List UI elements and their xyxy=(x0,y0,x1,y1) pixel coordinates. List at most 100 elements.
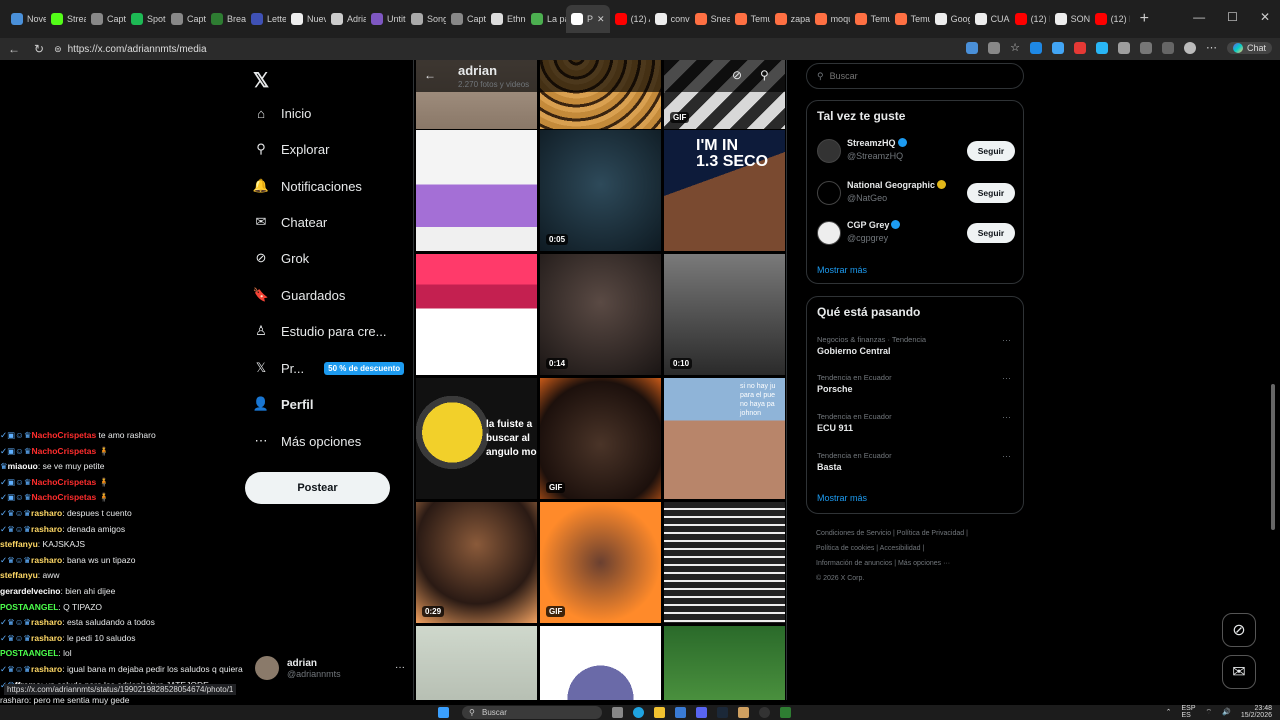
browser-tab[interactable]: moqu xyxy=(810,5,850,33)
trend-item[interactable]: Tendencia en Ecuador ECU 911 ··· xyxy=(817,412,1015,433)
chat-username[interactable]: gerardelvecino xyxy=(0,586,60,596)
media-tile[interactable]: 0:05 xyxy=(540,130,661,251)
browser-tab[interactable]: SONG xyxy=(1050,5,1090,33)
discord-icon[interactable] xyxy=(696,707,707,718)
show-more-link[interactable]: Mostrar más xyxy=(817,265,867,275)
media-tile[interactable]: si no hay ju para el pue no haya pa john… xyxy=(664,378,785,499)
browser-tab[interactable]: P ✕ xyxy=(566,5,610,33)
extension-icon[interactable] xyxy=(1029,41,1042,54)
search-box[interactable]: ⚲ xyxy=(806,63,1024,89)
file-explorer-icon[interactable] xyxy=(654,707,665,718)
wifi-icon[interactable]: ⌔ xyxy=(1206,708,1213,717)
browser-tab[interactable]: Temu xyxy=(850,5,890,33)
account-switcher[interactable]: adrian @adriannmts ··· xyxy=(255,656,405,680)
browser-tab[interactable]: Ethno xyxy=(486,5,526,33)
extension-icon[interactable] xyxy=(1095,41,1108,54)
messages-fab-button[interactable]: ✉ xyxy=(1222,655,1256,689)
nav-item-search[interactable]: ⚲ Explorar xyxy=(253,141,329,157)
chat-username[interactable]: rasharo xyxy=(31,555,62,565)
extension-icon[interactable] xyxy=(1073,41,1086,54)
chat-username[interactable]: NachoCrispetas xyxy=(31,430,96,440)
browser-tab[interactable]: Letter xyxy=(246,5,286,33)
extension-icon[interactable] xyxy=(1139,41,1152,54)
scrollbar-thumb[interactable] xyxy=(1271,384,1275,530)
grok-fab-button[interactable]: ⊘ xyxy=(1222,613,1256,647)
media-tile[interactable] xyxy=(416,626,537,700)
back-arrow-icon[interactable]: ← xyxy=(424,68,436,82)
taskbar-search[interactable]: ⚲ Buscar xyxy=(462,706,602,719)
more-icon[interactable]: ··· xyxy=(1002,373,1011,383)
browser-tab[interactable]: Sneak xyxy=(690,5,730,33)
more-icon[interactable]: ··· xyxy=(1002,412,1011,422)
nav-item-profile[interactable]: 👤 Perfil xyxy=(253,396,314,412)
nav-item-bell[interactable]: 🔔 Notificaciones xyxy=(253,178,362,194)
edge-icon[interactable] xyxy=(633,707,644,718)
nav-item-home[interactable]: ⌂ Inicio xyxy=(253,105,311,121)
footer-line[interactable]: Condiciones de Servicio | Política de Pr… xyxy=(816,526,1016,541)
chat-username[interactable]: steffanyu xyxy=(0,539,38,549)
chat-username[interactable]: rasharo xyxy=(31,617,62,627)
follow-button[interactable]: Seguir xyxy=(967,141,1015,161)
suggested-account[interactable]: StreamzHQ @StreamzHQ Seguir xyxy=(817,137,1015,165)
media-tile[interactable]: I'M IN 1.3 SECO xyxy=(664,130,785,251)
app-icon[interactable] xyxy=(738,707,749,718)
media-tile[interactable]: GIF xyxy=(540,502,661,623)
nav-item-more[interactable]: ⋯ Más opciones xyxy=(253,433,362,449)
chat-username[interactable]: NachoCrispetas xyxy=(31,446,96,456)
chat-username[interactable]: rasharo xyxy=(31,508,62,518)
trend-item[interactable]: Tendencia en Ecuador Porsche ··· xyxy=(817,373,1015,394)
clock[interactable]: 23:48 15/2/2026 xyxy=(1241,705,1272,719)
app-icon[interactable] xyxy=(780,707,791,718)
url-field[interactable]: ⊜ https://x.com/adriannmts/media xyxy=(54,44,207,55)
trend-item[interactable]: Negocios & finanzas · Tendencia Gobierno … xyxy=(817,335,1015,356)
profile-avatar-icon[interactable] xyxy=(1183,41,1196,54)
media-tile[interactable] xyxy=(664,502,785,623)
extension-icon[interactable] xyxy=(966,41,979,54)
nav-item-studio[interactable]: ♙ Estudio para cre... xyxy=(253,323,386,339)
chat-username[interactable]: POSTAANGEL xyxy=(0,648,58,658)
star-icon[interactable]: ☆ xyxy=(1010,41,1020,54)
search-input[interactable] xyxy=(829,71,1010,81)
media-tile[interactable]: la fuiste a buscar al angulo moñe xyxy=(416,378,537,499)
suggested-account[interactable]: National Geographic @NatGeo Seguir xyxy=(817,179,1015,207)
obs-icon[interactable] xyxy=(759,707,770,718)
browser-tab[interactable]: Spoti xyxy=(126,5,166,33)
browser-tab[interactable]: Temu xyxy=(730,5,770,33)
media-tile[interactable]: 0:10 xyxy=(664,254,785,375)
show-more-link[interactable]: Mostrar más xyxy=(817,493,867,503)
follow-button[interactable]: Seguir xyxy=(967,223,1015,243)
more-icon[interactable]: ··· xyxy=(395,662,405,673)
browser-tab[interactable]: (12) F xyxy=(1090,5,1130,33)
chat-username[interactable]: NachoCrispetas xyxy=(31,492,96,502)
browser-tab[interactable]: CUAL xyxy=(970,5,1010,33)
chat-username[interactable]: rasharo xyxy=(31,664,62,674)
media-tile[interactable] xyxy=(416,130,537,251)
copilot-chat-button[interactable]: Chat xyxy=(1226,41,1272,54)
browser-tab[interactable]: Goog xyxy=(930,5,970,33)
media-tile[interactable] xyxy=(664,626,785,700)
extension-icon[interactable] xyxy=(1117,41,1130,54)
media-tile[interactable] xyxy=(416,254,537,375)
chat-username[interactable]: miaouo xyxy=(8,461,38,471)
steam-icon[interactable] xyxy=(717,707,728,718)
nav-item-mail[interactable]: ✉ Chatear xyxy=(253,214,328,230)
windows-start-icon[interactable] xyxy=(438,707,449,718)
trend-item[interactable]: Tendencia en Ecuador Basta ··· xyxy=(817,451,1015,472)
browser-tab[interactable]: Nueva xyxy=(286,5,326,33)
follow-button[interactable]: Seguir xyxy=(967,183,1015,203)
nav-item-grok[interactable]: ⊘ Grok xyxy=(253,250,310,266)
media-tile[interactable]: 0:29 xyxy=(416,502,537,623)
nav-item-premium[interactable]: 𝕏 Pr... 50 % de descuento xyxy=(253,360,405,376)
browser-tab[interactable]: Temu xyxy=(890,5,930,33)
extension-icon[interactable] xyxy=(1051,41,1064,54)
browser-tab[interactable]: Untitl xyxy=(366,5,406,33)
footer-line[interactable]: © 2026 X Corp. xyxy=(816,571,1016,586)
chat-username[interactable]: rasharo xyxy=(31,524,62,534)
browser-tab[interactable]: Adria xyxy=(326,5,366,33)
extension-icon[interactable] xyxy=(1161,41,1174,54)
site-info-icon[interactable]: ⊜ xyxy=(54,44,62,55)
browser-tab[interactable]: zapat xyxy=(770,5,810,33)
browser-tab[interactable]: Captu xyxy=(166,5,206,33)
chevron-up-icon[interactable]: ⌃ xyxy=(1166,708,1172,716)
chat-username[interactable]: rasharo xyxy=(31,633,62,643)
